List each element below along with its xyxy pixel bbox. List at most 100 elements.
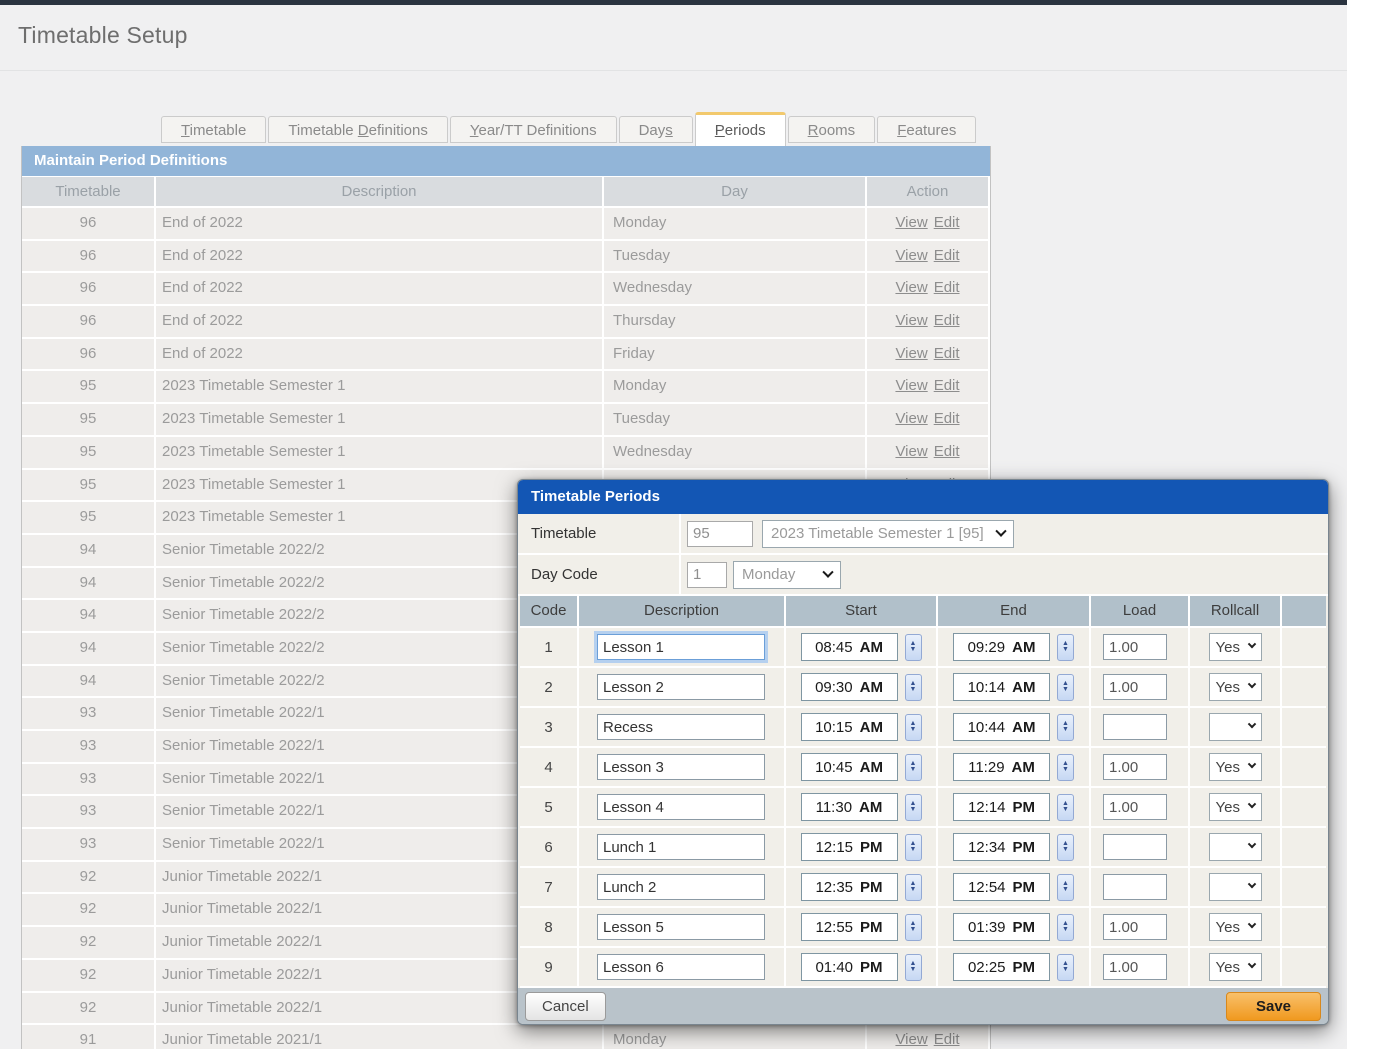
start-time-spinner[interactable]: ▲▼ [905,754,922,781]
timetable-code-input[interactable] [687,521,753,547]
end-time-spinner[interactable]: ▲▼ [1057,794,1074,821]
end-time-input[interactable]: 02:25PM [953,953,1050,981]
tab-timetable[interactable]: Timetable [161,116,266,143]
start-time-input[interactable]: 10:45AM [801,753,898,781]
view-link[interactable]: View [895,214,927,231]
start-time-spinner[interactable]: ▲▼ [905,674,922,701]
edit-link[interactable]: Edit [934,410,960,427]
view-link[interactable]: View [895,247,927,264]
column-header: Timetable [22,177,154,206]
load-input[interactable] [1103,954,1167,980]
end-time-spinner[interactable]: ▲▼ [1057,714,1074,741]
view-link[interactable]: View [895,1031,927,1048]
edit-link[interactable]: Edit [934,377,960,394]
period-column-header: Rollcall [1190,596,1280,626]
view-link[interactable]: View [895,443,927,460]
tab-features[interactable]: Features [877,116,976,143]
edit-link[interactable]: Edit [934,247,960,264]
view-link[interactable]: View [895,279,927,296]
start-time-spinner[interactable]: ▲▼ [905,794,922,821]
description-input[interactable] [597,674,765,700]
start-time-spinner[interactable]: ▲▼ [905,714,922,741]
period-row: 4 10:45AM ▲▼ 11:29AM ▲▼ Yes [520,748,1326,788]
period-column-header: End [938,596,1089,626]
description-input[interactable] [597,794,765,820]
start-time-input[interactable]: 12:15PM [801,833,898,861]
tab-rooms[interactable]: Rooms [788,116,876,143]
rollcall-select[interactable]: Yes [1209,673,1262,701]
end-time-spinner[interactable]: ▲▼ [1057,874,1074,901]
view-link[interactable]: View [895,377,927,394]
end-time-input[interactable]: 10:14AM [953,673,1050,701]
tab-days[interactable]: Days [619,116,693,143]
edit-link[interactable]: Edit [934,214,960,231]
start-time-input[interactable]: 11:30AM [801,793,898,821]
start-time-spinner[interactable]: ▲▼ [905,834,922,861]
day-code-input[interactable] [687,562,727,588]
tab-year-tt-definitions[interactable]: Year/TT Definitions [450,116,617,143]
rollcall-select[interactable]: Yes [1209,913,1262,941]
rollcall-select[interactable] [1209,873,1262,901]
start-time-input[interactable]: 01:40PM [801,953,898,981]
description-input[interactable] [597,754,765,780]
description-input[interactable] [597,714,765,740]
end-time-input[interactable]: 11:29AM [953,753,1050,781]
load-input[interactable] [1103,794,1167,820]
description-input[interactable] [597,634,765,660]
start-time-spinner[interactable]: ▲▼ [905,914,922,941]
view-link[interactable]: View [895,312,927,329]
description-input[interactable] [597,914,765,940]
end-time-input[interactable]: 09:29AM [953,633,1050,661]
edit-link[interactable]: Edit [934,279,960,296]
day-select[interactable]: Monday [733,561,841,589]
load-input[interactable] [1103,874,1167,900]
edit-link[interactable]: Edit [934,345,960,362]
end-time-spinner[interactable]: ▲▼ [1057,914,1074,941]
chevron-down-icon [1247,640,1255,648]
load-input[interactable] [1103,754,1167,780]
load-input[interactable] [1103,674,1167,700]
rollcall-select[interactable]: Yes [1209,753,1262,781]
description-input[interactable] [597,834,765,860]
end-time-spinner[interactable]: ▲▼ [1057,954,1074,981]
load-input[interactable] [1103,914,1167,940]
start-time-spinner[interactable]: ▲▼ [905,634,922,661]
tab-timetable-definitions[interactable]: Timetable Definitions [268,116,448,143]
description-input[interactable] [597,874,765,900]
end-time-input[interactable]: 10:44AM [953,713,1050,741]
save-button[interactable]: Save [1226,992,1321,1021]
edit-link[interactable]: Edit [934,1031,960,1048]
load-input[interactable] [1103,714,1167,740]
end-time-input[interactable]: 12:14PM [953,793,1050,821]
timetable-select[interactable]: 2023 Timetable Semester 1 [95] [762,520,1014,548]
view-link[interactable]: View [895,410,927,427]
end-time-input[interactable]: 12:54PM [953,873,1050,901]
day-cell: Wednesday [604,273,865,304]
end-time-spinner[interactable]: ▲▼ [1057,674,1074,701]
end-time-spinner[interactable]: ▲▼ [1057,834,1074,861]
tab-periods[interactable]: Periods [695,112,786,146]
end-time-spinner[interactable]: ▲▼ [1057,634,1074,661]
edit-link[interactable]: Edit [934,443,960,460]
start-time-spinner[interactable]: ▲▼ [905,954,922,981]
end-time-input[interactable]: 12:34PM [953,833,1050,861]
load-input[interactable] [1103,634,1167,660]
rollcall-select[interactable] [1209,833,1262,861]
rollcall-select[interactable] [1209,713,1262,741]
start-time-input[interactable]: 09:30AM [801,673,898,701]
start-time-input[interactable]: 12:35PM [801,873,898,901]
load-input[interactable] [1103,834,1167,860]
cancel-button[interactable]: Cancel [525,992,606,1021]
end-time-input[interactable]: 01:39PM [953,913,1050,941]
description-input[interactable] [597,954,765,980]
start-time-input[interactable]: 10:15AM [801,713,898,741]
start-time-input[interactable]: 12:55PM [801,913,898,941]
end-time-spinner[interactable]: ▲▼ [1057,754,1074,781]
start-time-spinner[interactable]: ▲▼ [905,874,922,901]
view-link[interactable]: View [895,345,927,362]
rollcall-select[interactable]: Yes [1209,953,1262,981]
edit-link[interactable]: Edit [934,312,960,329]
rollcall-select[interactable]: Yes [1209,793,1262,821]
start-time-input[interactable]: 08:45AM [801,633,898,661]
rollcall-select[interactable]: Yes [1209,633,1262,661]
